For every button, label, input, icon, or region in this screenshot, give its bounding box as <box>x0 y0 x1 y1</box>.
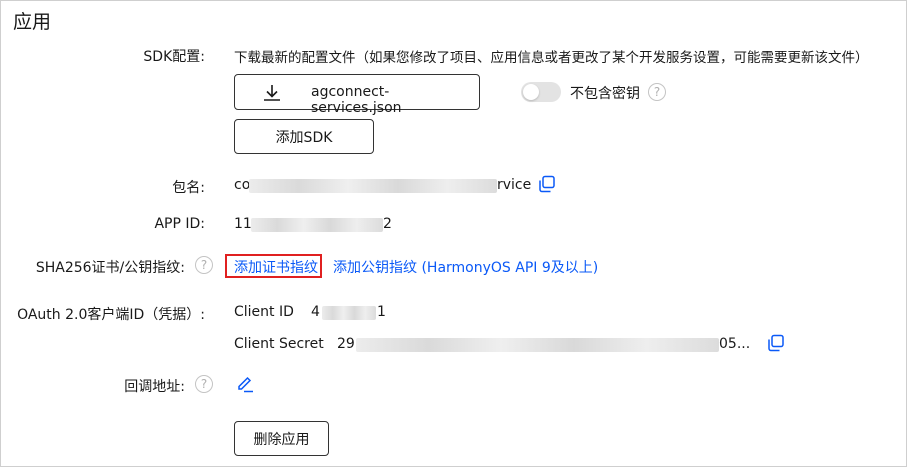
download-config-button[interactable]: agconnect-services.json <box>234 74 480 116</box>
app-id-redacted <box>251 218 383 232</box>
client-id-redacted <box>322 306 376 320</box>
edit-icon[interactable] <box>235 373 255 393</box>
copy-icon[interactable] <box>538 175 556 193</box>
app-id-label: APP ID: <box>154 216 205 232</box>
oauth-label: OAuth 2.0客户端ID（凭据）: <box>17 307 205 323</box>
exclude-secret-toggle[interactable] <box>521 82 561 102</box>
copy-icon[interactable] <box>767 334 785 352</box>
client-secret-suffix: 05... <box>719 336 751 352</box>
add-cert-fingerprint-link[interactable]: 添加证书指纹 <box>234 257 318 277</box>
delete-app-button[interactable]: 删除应用 <box>234 421 329 456</box>
package-name-label: 包名: <box>172 180 205 196</box>
toggle-knob <box>523 84 539 100</box>
package-name-suffix: rvice <box>497 177 532 193</box>
package-name-redacted <box>249 179 497 193</box>
client-secret-label: Client Secret <box>234 336 324 352</box>
download-filename: agconnect-services.json <box>311 84 402 116</box>
section-title: 应用 <box>13 11 52 33</box>
exclude-secret-label: 不包含密钥 <box>570 86 640 102</box>
app-id-prefix: 11 <box>234 216 252 232</box>
help-icon[interactable]: ? <box>195 256 213 274</box>
client-secret-prefix: 29 <box>337 336 355 352</box>
add-pubkey-fingerprint-link[interactable]: 添加公钥指纹 (HarmonyOS API 9及以上) <box>333 257 598 277</box>
app-id-suffix: 2 <box>383 216 392 232</box>
callback-label: 回调地址: <box>124 379 185 395</box>
sdk-config-label: SDK配置: <box>143 49 205 65</box>
package-name-prefix: co <box>234 177 251 193</box>
sha256-label: SHA256证书/公钥指纹: <box>35 260 185 276</box>
sdk-description: 下载最新的配置文件（如果您修改了项目、应用信息或者更改了某个开发服务设置，可能需… <box>234 50 869 66</box>
app-panel: 应用 SDK配置: 下载最新的配置文件（如果您修改了项目、应用信息或者更改了某个… <box>0 0 907 467</box>
help-icon[interactable]: ? <box>195 375 213 393</box>
client-id-prefix: 4 <box>311 304 320 320</box>
client-id-label: Client ID <box>234 304 294 320</box>
download-icon <box>262 83 282 103</box>
client-secret-redacted <box>356 338 719 352</box>
add-sdk-button[interactable]: 添加SDK <box>234 119 374 154</box>
client-id-suffix: 1 <box>377 304 386 320</box>
help-icon[interactable]: ? <box>648 83 666 101</box>
